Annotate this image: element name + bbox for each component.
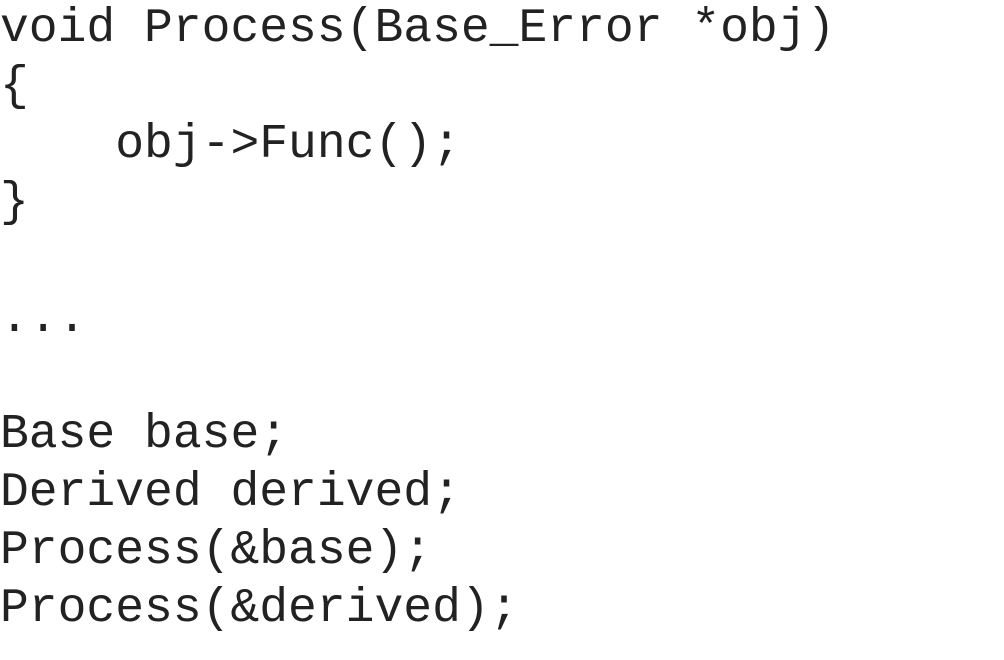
code-line-base-decl: Base base; xyxy=(0,408,289,462)
code-line-ellipsis: ... xyxy=(0,292,87,346)
code-listing: void Process(Base_Error *obj) { obj->Fun… xyxy=(0,0,1004,660)
code-line-open-brace: { xyxy=(0,60,29,114)
code-line-process-base: Process(&base); xyxy=(0,524,433,578)
code-line-process-derived: Process(&derived); xyxy=(0,582,519,636)
code-line-derived-decl: Derived derived; xyxy=(0,466,461,520)
code-line-func-call: obj->Func(); xyxy=(0,118,461,172)
code-line-function-signature: void Process(Base_Error *obj) xyxy=(0,2,836,56)
code-line-close-brace: } xyxy=(0,176,29,230)
